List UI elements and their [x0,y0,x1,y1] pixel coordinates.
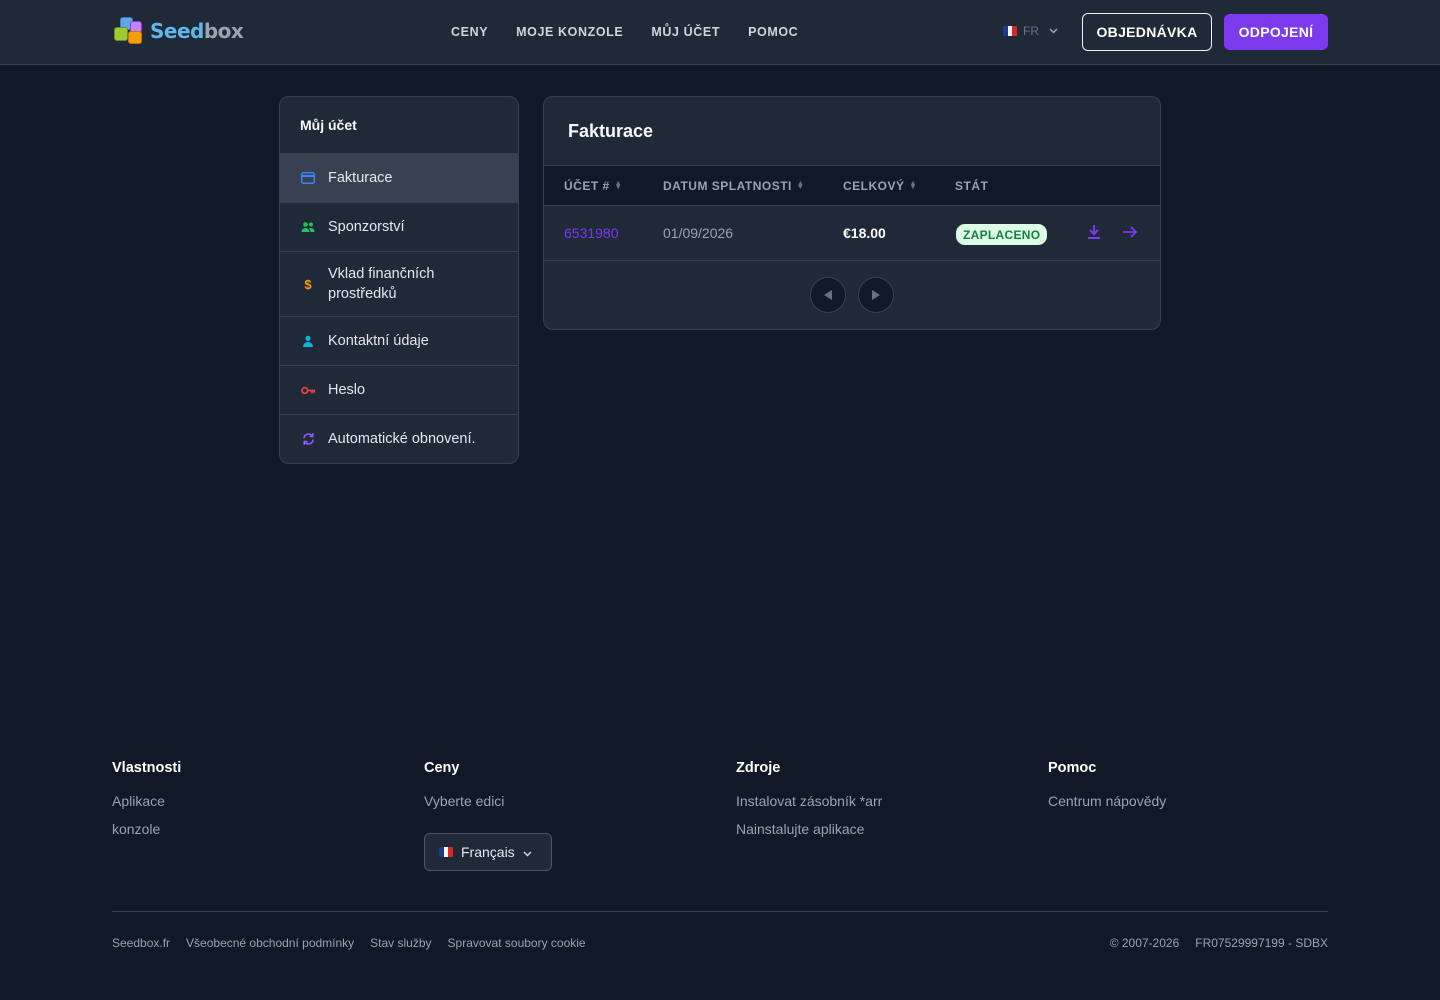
footer-link[interactable]: Aplikace [112,792,181,811]
arrow-right-icon[interactable] [1122,224,1138,243]
footer-link[interactable]: konzole [112,820,181,839]
footer-link-site[interactable]: Seedbox.fr [112,936,170,950]
refresh-icon [300,431,316,447]
sidebar-item-label: Fakturace [328,170,393,186]
language-select-value: Français [461,844,515,860]
footer-column-features: Vlastnosti Aplikace konzole [112,760,181,848]
main-nav: CENY MOJE KONZOLE MŮJ ÚČET POMOC [451,24,798,40]
nav-pricing[interactable]: CENY [451,24,488,40]
page-title: Fakturace [544,97,1160,166]
nav-my-consoles[interactable]: MOJE KONZOLE [516,24,623,40]
sidebar-item-label: Sponzorství [328,219,405,235]
company-id: FR07529997199 - SDBX [1195,936,1328,950]
table-header: ÚČET # ▲ ▼ DATUM SPLATNOSTI ▲ ▼ CELKOVÝ ▲ ▼… [544,166,1160,206]
sidebar-item-sponsorship[interactable]: Sponzorství [280,203,518,252]
sidebar-title: Můj účet [280,97,518,154]
status-badge: ZAPLACENO [956,224,1048,245]
sort-icon: ▲ ▼ [796,180,805,191]
sort-icon: ▲ ▼ [614,180,623,191]
users-icon [300,219,316,235]
sidebar-item-label: Kontaktní údaje [328,333,429,349]
invoice-total: €18.00 [843,225,886,241]
chevron-down-icon [1049,26,1058,36]
order-button[interactable]: OBJEDNÁVKA [1082,13,1212,51]
footer-link-status[interactable]: Stav služby [370,936,431,950]
sort-icon: ▲ ▼ [909,180,917,191]
footer-column-help: Pomoc Centrum nápovědy [1048,760,1166,820]
nav-my-account[interactable]: MŮJ ÚČET [651,24,720,40]
language-switcher[interactable]: FR [1003,24,1058,38]
footer-language-select[interactable]: Français [424,833,552,871]
sidebar-item-label: Vklad finančních prostředků [328,266,435,302]
sidebar-item-billing[interactable]: Fakturace [280,154,518,203]
column-header-invoice[interactable]: ÚČET # ▲ ▼ [564,179,622,193]
logo-wordmark: Seedbox [150,19,244,43]
logout-button[interactable]: ODPOJENÍ [1224,14,1328,50]
footer-link[interactable]: Instalovat zásobník *arr [736,792,882,811]
sidebar-item-label: Heslo [328,382,366,398]
footer-heading: Vlastnosti [112,760,182,776]
column-header-status: STÁT [955,179,989,193]
next-page-button[interactable] [858,277,894,313]
sidebar-item-deposit-funds[interactable]: $ Vklad finančních prostředků [280,252,518,317]
french-flag-icon [439,847,453,857]
chevron-down-icon [523,844,532,860]
column-header-total[interactable]: CELKOVÝ ▲ ▼ [843,179,917,193]
footer-link-terms[interactable]: Všeobecné obchodní podmínky [186,936,354,950]
caret-right-icon [872,290,880,300]
pagination [810,277,894,313]
top-navigation-bar: Seedbox CENY MOJE KONZOLE MŮJ ÚČET POMOC… [0,0,1440,65]
footer-legal: © 2007-2026 FR07529997199 - SDBX [1110,936,1328,950]
footer-column-pricing: Ceny Vyberte edici [424,760,504,820]
footer-link[interactable]: Vyberte edici [424,792,504,811]
key-icon [300,382,316,398]
footer-heading: Pomoc [1048,760,1097,776]
download-icon[interactable] [1087,224,1101,243]
credit-card-icon [300,170,316,186]
user-icon [300,333,316,349]
footer-heading: Ceny [424,760,460,776]
footer-divider [112,911,1328,912]
sidebar-item-label: Automatické obnovení. [328,431,476,447]
seedbox-logo[interactable]: Seedbox [114,15,246,47]
copyright: © 2007-2026 [1109,936,1180,950]
caret-left-icon [824,290,832,300]
previous-page-button[interactable] [810,277,846,313]
footer-link[interactable]: Centrum nápovědy [1048,792,1166,811]
footer-heading: Zdroje [736,760,781,776]
column-header-due-date[interactable]: DATUM SPLATNOSTI ▲ ▼ [663,179,804,193]
footer-link[interactable]: Nainstalujte aplikace [736,820,882,839]
sidebar-item-contact-details[interactable]: Kontaktní údaje [280,317,518,366]
french-flag-icon [1003,26,1017,36]
sidebar-item-password[interactable]: Heslo [280,366,518,415]
language-code: FR [1023,24,1039,38]
footer-bottom-links: Seedbox.fr Všeobecné obchodní podmínky S… [112,936,586,950]
invoices-panel: Fakturace ÚČET # ▲ ▼ DATUM SPLATNOSTI ▲ ▼ … [543,96,1161,330]
footer-link-cookies[interactable]: Spravovat soubory cookie [448,936,586,950]
table-row: 6531980 01/09/2026 €18.00 ZAPLACENO [544,206,1160,261]
invoice-number-link[interactable]: 6531980 [564,225,619,241]
account-sidebar: Můj účet Fakturace Sponzorství $ Vklad f… [279,96,519,464]
dollar-icon: $ [304,276,312,292]
logo-cubes-icon [114,15,150,47]
sidebar-item-auto-renewal[interactable]: Automatické obnovení. [280,415,518,463]
footer-column-resources: Zdroje Instalovat zásobník *arr Nainstal… [736,760,882,848]
nav-help[interactable]: POMOC [748,24,798,40]
due-date: 01/09/2026 [663,225,734,241]
